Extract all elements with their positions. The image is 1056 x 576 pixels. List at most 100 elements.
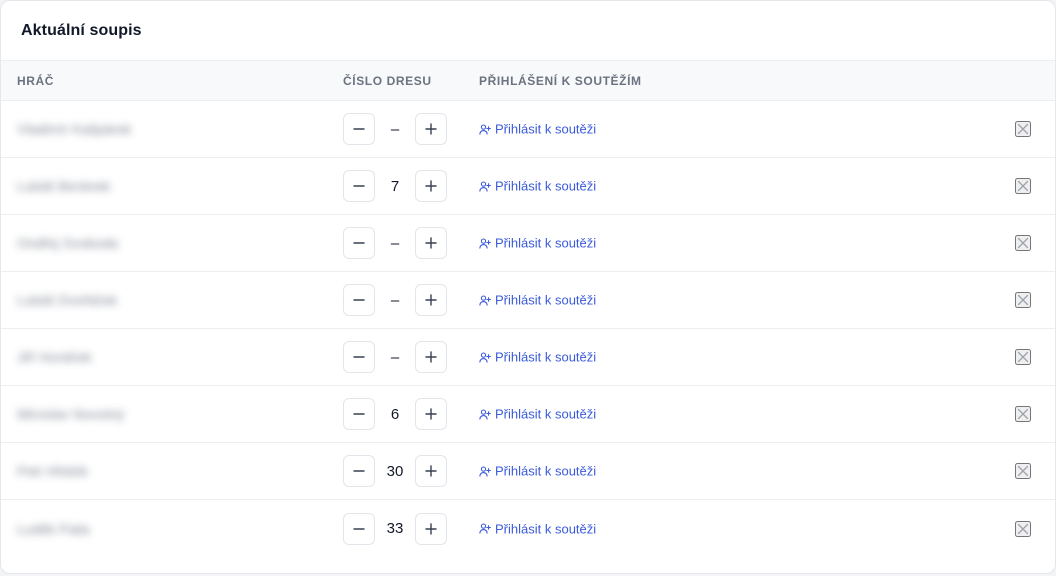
jersey-number-stepper: 30 [343, 455, 447, 487]
decrement-button[interactable] [343, 227, 375, 259]
plus-icon [425, 522, 437, 535]
minus-icon [353, 299, 365, 301]
jersey-number-stepper: – [343, 284, 447, 316]
register-competition-link[interactable]: Přihlásit k soutěži [479, 179, 596, 194]
increment-button[interactable] [415, 455, 447, 487]
register-competition-label: Přihlásit k soutěži [495, 178, 597, 194]
roster-card: Aktuální soupis HRÁČ ČÍSLO DRESU PŘIHLÁŠ… [0, 0, 1056, 574]
register-competition-link[interactable]: Přihlásit k soutěži [479, 521, 596, 536]
user-plus-icon [479, 294, 491, 306]
user-plus-icon [479, 180, 491, 192]
plus-icon [425, 294, 437, 306]
player-name: Ondřej Svoboda [17, 235, 119, 251]
register-competition-label: Přihlásit k soutěži [495, 521, 597, 536]
minus-icon [353, 356, 365, 358]
card-title: Aktuální soupis [21, 21, 142, 39]
register-competition-link[interactable]: Přihlásit k soutěži [479, 236, 596, 251]
jersey-number-stepper: – [343, 341, 447, 373]
decrement-button[interactable] [343, 398, 375, 430]
column-header-player: HRÁČ [17, 73, 55, 88]
register-competition-label: Přihlásit k soutěži [495, 121, 597, 137]
player-name: Miroslav Novotný [17, 406, 125, 422]
decrement-button[interactable] [343, 455, 375, 487]
remove-player-button[interactable] [1015, 463, 1031, 479]
close-icon [1017, 123, 1029, 135]
card-header: Aktuální soupis [1, 1, 1055, 61]
jersey-number: 7 [390, 177, 400, 195]
jersey-number: – [390, 234, 400, 252]
remove-player-button[interactable] [1015, 292, 1031, 308]
register-competition-link[interactable]: Přihlásit k soutěži [479, 407, 596, 422]
table-row: Petr Hřebík 30 Přihlásit k soutěži [1, 443, 1055, 500]
register-competition-link[interactable]: Přihlásit k soutěži [479, 350, 596, 365]
jersey-number: 33 [386, 520, 404, 537]
minus-icon [353, 128, 365, 130]
register-competition-label: Přihlásit k soutěži [495, 349, 597, 365]
close-icon [1017, 237, 1029, 249]
jersey-number-stepper: – [343, 113, 447, 145]
player-name: Luděk Fiala [17, 520, 90, 537]
increment-button[interactable] [415, 113, 447, 145]
jersey-number: 30 [386, 462, 404, 480]
register-competition-link[interactable]: Přihlásit k soutěži [479, 464, 596, 479]
close-icon [1017, 294, 1029, 306]
plus-icon [425, 408, 437, 420]
register-competition-label: Přihlásit k soutěži [495, 463, 597, 479]
table-header: HRÁČ ČÍSLO DRESU PŘIHLÁŠENÍ K SOUTĚŽÍM [1, 61, 1055, 101]
player-name: Lukáš Dvořáček [17, 292, 118, 308]
user-plus-icon [479, 237, 491, 249]
minus-icon [353, 185, 365, 187]
jersey-number: – [390, 291, 400, 309]
minus-icon [353, 527, 365, 530]
remove-player-button[interactable] [1015, 406, 1031, 422]
table-row: Miroslav Novotný 6 Přihlásit k soutěži [1, 386, 1055, 443]
close-icon [1017, 351, 1029, 363]
register-competition-label: Přihlásit k soutěži [495, 235, 597, 251]
player-name: Petr Hřebík [17, 463, 88, 479]
register-competition-link[interactable]: Přihlásit k soutěži [479, 293, 596, 308]
decrement-button[interactable] [343, 284, 375, 316]
remove-player-button[interactable] [1015, 520, 1031, 537]
player-name: Vladimír Kašpárek [17, 121, 132, 137]
increment-button[interactable] [415, 170, 447, 202]
table-row: Lukáš Dvořáček – Přihlásit k soutěži [1, 272, 1055, 329]
jersey-number: 6 [390, 405, 400, 423]
minus-icon [353, 413, 365, 415]
decrement-button[interactable] [343, 512, 375, 545]
jersey-number-stepper: – [343, 227, 447, 259]
close-icon [1017, 180, 1029, 192]
close-icon [1017, 465, 1029, 477]
close-icon [1017, 523, 1029, 534]
table-row: Vladimír Kašpárek – Přihlásit k soutěži [1, 101, 1055, 158]
increment-button[interactable] [415, 341, 447, 373]
user-plus-icon [479, 408, 491, 420]
jersey-number-stepper: 7 [343, 170, 447, 202]
increment-button[interactable] [415, 398, 447, 430]
increment-button[interactable] [415, 227, 447, 259]
increment-button[interactable] [415, 284, 447, 316]
table-row: Jiří Horáček – Přihlásit k soutěži [1, 329, 1055, 386]
register-competition-link[interactable]: Přihlásit k soutěži [479, 122, 596, 137]
increment-button[interactable] [415, 512, 447, 545]
decrement-button[interactable] [343, 113, 375, 145]
remove-player-button[interactable] [1015, 235, 1031, 251]
table-row: Ondřej Svoboda – Přihlásit k soutěži [1, 215, 1055, 272]
remove-player-button[interactable] [1015, 349, 1031, 365]
plus-icon [425, 180, 437, 192]
plus-icon [425, 123, 437, 135]
remove-player-button[interactable] [1015, 121, 1031, 137]
column-header-competitions: PŘIHLÁŠENÍ K SOUTĚŽÍM [479, 73, 642, 88]
minus-icon [353, 242, 365, 244]
table-row: Luděk Fiala 33 Přihlásit k soutěži [1, 500, 1055, 557]
decrement-button[interactable] [343, 341, 375, 373]
jersey-number-stepper: 33 [343, 512, 447, 545]
player-name: Jiří Horáček [17, 349, 92, 365]
table-row: Lukáš Beránek 7 Přihlásit k soutěži [1, 158, 1055, 215]
decrement-button[interactable] [343, 170, 375, 202]
jersey-number: – [390, 120, 400, 138]
close-icon [1017, 408, 1029, 420]
remove-player-button[interactable] [1015, 178, 1031, 194]
user-plus-icon [479, 465, 491, 477]
column-header-jersey: ČÍSLO DRESU [343, 73, 432, 88]
jersey-number: – [390, 348, 400, 366]
